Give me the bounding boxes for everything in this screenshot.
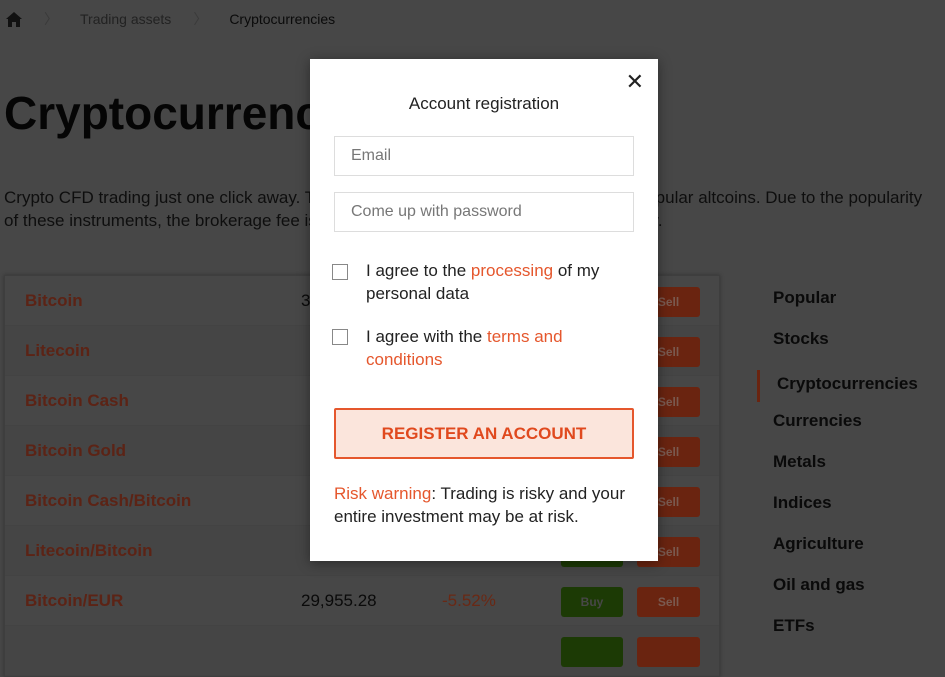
table-row[interactable]	[5, 626, 719, 676]
home-icon[interactable]	[6, 11, 22, 27]
sidebar-item-currencies[interactable]: Currencies	[757, 411, 918, 452]
sidebar-item-agriculture[interactable]: Agriculture	[757, 534, 918, 575]
modal-title: Account registration	[408, 94, 560, 113]
breadcrumb-current: Cryptocurrencies	[229, 11, 336, 27]
label-text: I agree to the	[366, 261, 471, 280]
consent-processing-checkbox[interactable]	[332, 264, 348, 280]
consent-terms-checkbox[interactable]	[332, 329, 348, 345]
buy-button[interactable]: Buy	[561, 587, 623, 617]
asset-name[interactable]: Bitcoin Cash	[25, 391, 129, 411]
sidebar-item-oil-and-gas[interactable]: Oil and gas	[757, 575, 918, 616]
close-icon[interactable]: ✕	[626, 69, 644, 95]
sell-button[interactable]: Sell	[637, 587, 700, 617]
asset-name[interactable]: Bitcoin/EUR	[25, 591, 123, 611]
processing-link[interactable]: processing	[471, 261, 553, 280]
table-row[interactable]: Bitcoin/EUR 29,955.28 -5.52% Buy Sell	[5, 576, 719, 626]
chevron-right-icon: 〉	[44, 11, 58, 27]
sidebar-item-popular[interactable]: Popular	[757, 288, 918, 329]
asset-price: 29,955.28	[301, 590, 377, 610]
label-text: I agree with the	[366, 327, 487, 346]
password-input[interactable]	[334, 192, 634, 232]
asset-name[interactable]: Litecoin/Bitcoin	[25, 541, 153, 561]
asset-name[interactable]: Bitcoin Cash/Bitcoin	[25, 491, 191, 511]
asset-name[interactable]: Litecoin	[25, 341, 90, 361]
breadcrumb-trading-assets[interactable]: Trading assets	[80, 11, 171, 27]
consent-processing-label: I agree to the processing of my personal…	[366, 259, 636, 305]
asset-change: -5.52%	[442, 590, 496, 610]
sidebar-item-metals[interactable]: Metals	[757, 452, 918, 493]
breadcrumb: 〉 Trading assets 〉 Cryptocurrencies	[6, 9, 335, 29]
chevron-right-icon: 〉	[193, 11, 208, 27]
asset-name[interactable]: Bitcoin Gold	[25, 441, 126, 461]
category-sidebar: Popular Stocks Cryptocurrencies Currencies M…	[757, 288, 918, 657]
sidebar-item-stocks[interactable]: Stocks	[757, 329, 918, 370]
registration-modal: ✕ Account registration I agree to the pr…	[310, 59, 658, 561]
asset-name[interactable]: Bitcoin	[25, 291, 83, 311]
sidebar-item-etfs[interactable]: ETFs	[757, 616, 918, 657]
sidebar-item-cryptocurrencies[interactable]: Cryptocurrencies	[757, 370, 918, 402]
sidebar-item-indices[interactable]: Indices	[757, 493, 918, 534]
buy-button[interactable]	[561, 637, 623, 667]
sell-button[interactable]	[637, 637, 700, 667]
register-button[interactable]: REGISTER AN ACCOUNT	[334, 408, 634, 459]
risk-warning-link[interactable]: Risk warning	[334, 484, 431, 503]
risk-warning: Risk warning: Trading is risky and your …	[334, 482, 644, 528]
email-input[interactable]	[334, 136, 634, 176]
consent-terms-label: I agree with the terms and conditions	[366, 325, 636, 371]
